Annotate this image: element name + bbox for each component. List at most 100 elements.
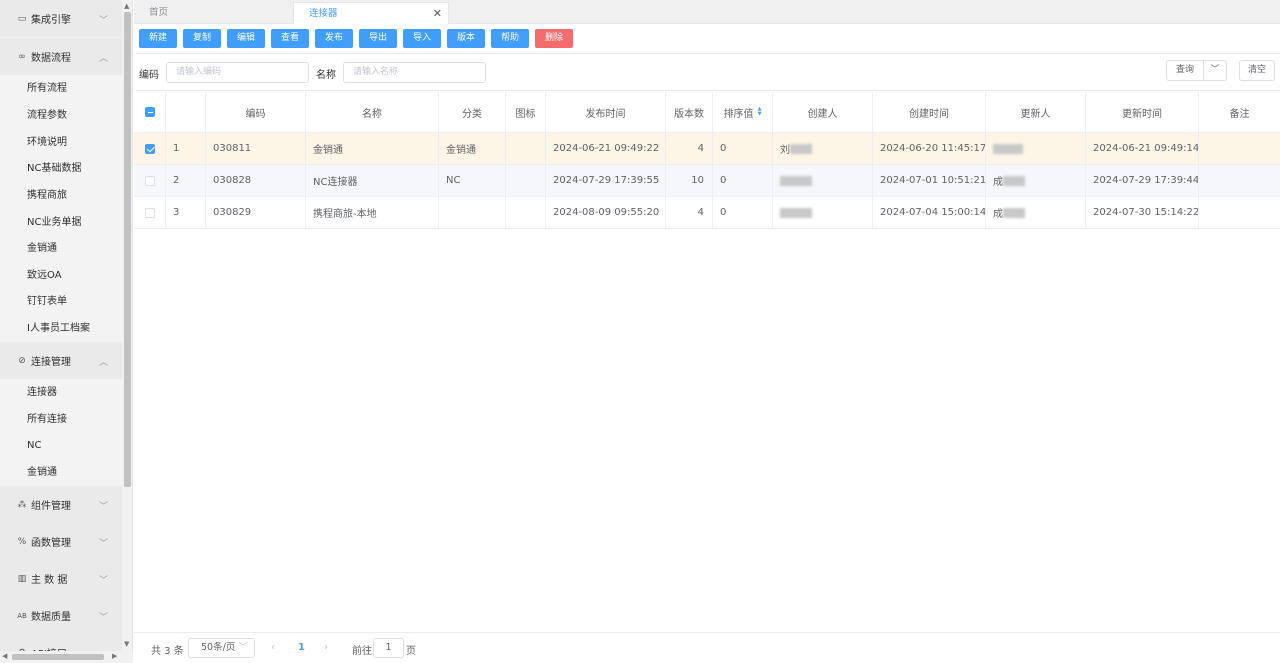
code-cell: 030811 [206, 133, 306, 164]
sidebar-item-dingtalk-form[interactable]: 钉钉表单 [0, 289, 122, 315]
ab-icon: AB [17, 611, 27, 620]
sidebar-item-env-notes[interactable]: 环境说明 [0, 130, 122, 156]
name-input[interactable]: 请输入名称 [343, 62, 486, 83]
row-checkbox[interactable] [144, 207, 155, 218]
creator-header[interactable]: 创建人 [773, 92, 873, 132]
page-size-select[interactable]: 50条/页 ﹀ [188, 638, 255, 658]
help-button[interactable]: 帮助 [491, 29, 529, 48]
sidebar-group-master-data[interactable]: ▥ 主 数 据 ﹀ [0, 560, 122, 597]
query-button[interactable]: 查询 [1166, 60, 1204, 81]
publish-button[interactable]: 发布 [315, 29, 353, 48]
publish-time-cell: 2024-07-29 17:39:55 [546, 165, 666, 196]
scroll-down-icon[interactable]: ▼ [124, 640, 129, 648]
sidebar-group-connection-mgmt[interactable]: ⊘ 连接管理 ︿ [0, 342, 122, 379]
redacted-text [1003, 207, 1025, 218]
page-size-value: 50条/页 [201, 642, 236, 653]
update-time-header[interactable]: 更新时间 [1086, 92, 1199, 132]
version-count-header[interactable]: 版本数 [666, 92, 713, 132]
chevron-down-icon: ﹀ [98, 576, 108, 586]
sidebar-item-nc-base-data[interactable]: NC基础数据 [0, 156, 122, 182]
table-row[interactable]: 2 030828 NC连接器 NC 2024-07-29 17:39:55 10… [134, 165, 1280, 197]
code-cell: 030828 [206, 165, 306, 196]
sidebar-item-hr-archive[interactable]: I人事员工档案 [0, 316, 122, 342]
icon-cell [506, 165, 546, 196]
chevron-down-icon: ﹀ [98, 539, 108, 549]
sidebar-item-nc[interactable]: NC [0, 433, 122, 459]
monitor-icon: ▭ [17, 13, 27, 24]
table-row[interactable]: 3 030829 携程商旅-本地 2024-08-09 09:55:20 4 0… [134, 197, 1280, 229]
sidebar-item-jinxiaotong-conn[interactable]: 金销通 [0, 460, 122, 486]
sidebar-item-ctrip[interactable]: 携程商旅 [0, 183, 122, 209]
sidebar-horizontal-scrollbar[interactable]: ◀ ▶ [0, 651, 133, 663]
row-select-cell [134, 133, 166, 164]
import-button[interactable]: 导入 [403, 29, 441, 48]
scrollbar-thumb[interactable] [12, 654, 104, 660]
page-number[interactable]: 1 [298, 642, 305, 653]
copy-button[interactable]: 复制 [183, 29, 221, 48]
sidebar-group-functions[interactable]: % 函数管理 ﹀ [0, 523, 122, 560]
sidebar-item-all-flows[interactable]: 所有流程 [0, 76, 122, 102]
goto-page-input[interactable]: 1 [373, 638, 404, 658]
sidebar-group-label: 连接管理 [31, 357, 71, 368]
icon-cell [506, 133, 546, 164]
close-icon[interactable]: ✕ [433, 3, 442, 25]
creator-cell [773, 165, 873, 196]
sidebar-item-jinxiaotong[interactable]: 金销通 [0, 236, 122, 262]
select-all-checkbox[interactable] [144, 107, 155, 117]
sidebar-group-integration-engine[interactable]: ▭ 集成引擎 ﹀ [0, 0, 122, 37]
query-dropdown-button[interactable]: ﹀ [1203, 60, 1227, 81]
creator-name: 刘 [780, 145, 790, 156]
category-cell [439, 197, 506, 228]
sidebar-item-all-connections[interactable]: 所有连接 [0, 407, 122, 433]
chevron-down-icon: ﹀ [98, 502, 108, 512]
icon-header[interactable]: 图标 [506, 92, 546, 132]
category-header[interactable]: 分类 [439, 92, 506, 132]
updater-cell: 成 [986, 165, 1086, 196]
scroll-right-icon[interactable]: ▶ [112, 652, 117, 660]
tab-bar: 首页 连接器 ✕ [134, 0, 1280, 24]
total-count: 共 3 条 [151, 646, 184, 657]
next-page-icon[interactable]: › [324, 642, 328, 653]
version-count-cell: 4 [666, 197, 713, 228]
prev-page-icon[interactable]: ‹ [271, 642, 275, 653]
sidebar-group-data-flow[interactable]: ∞ 数据流程 ︿ [0, 38, 122, 75]
sort-icon[interactable]: ▲ ▼ [758, 107, 762, 117]
export-button[interactable]: 导出 [359, 29, 397, 48]
sidebar-item-flow-params[interactable]: 流程参数 [0, 103, 122, 129]
pagination: 共 3 条 50条/页 ﹀ ‹ 1 › 前往 1 页 [134, 632, 1280, 663]
row-checkbox[interactable] [144, 143, 155, 154]
scroll-up-icon[interactable]: ▲ [124, 2, 129, 10]
tab-connector[interactable]: 连接器 ✕ [293, 2, 449, 24]
sidebar-group-components[interactable]: ⁂ 组件管理 ﹀ [0, 486, 122, 523]
scroll-left-icon[interactable]: ◀ [2, 652, 7, 660]
version-button[interactable]: 版本 [447, 29, 485, 48]
edit-button[interactable]: 编辑 [227, 29, 265, 48]
view-button[interactable]: 查看 [271, 29, 309, 48]
category-cell: NC [439, 165, 506, 196]
sidebar-group-label: 集成引擎 [31, 15, 71, 26]
updater-header[interactable]: 更新人 [986, 92, 1086, 132]
row-checkbox[interactable] [144, 175, 155, 186]
name-header[interactable]: 名称 [306, 92, 439, 132]
create-time-cell: 2024-06-20 11:45:17 [873, 133, 986, 164]
tab-home[interactable]: 首页 [134, 2, 292, 24]
create-time-header[interactable]: 创建时间 [873, 92, 986, 132]
code-input[interactable]: 请输入编码 [166, 62, 309, 83]
remark-cell [1199, 197, 1280, 228]
sidebar-group-data-quality[interactable]: AB 数据质量 ﹀ [0, 597, 122, 634]
table-row[interactable]: 1 030811 金销通 金销通 2024-06-21 09:49:22 4 0… [134, 133, 1280, 165]
clear-button[interactable]: 清空 [1239, 60, 1275, 81]
remark-header[interactable]: 备注 [1199, 92, 1280, 132]
sidebar-item-connector[interactable]: 连接器 [0, 380, 122, 406]
sort-header[interactable]: 排序值 ▲ ▼ [713, 92, 773, 132]
sidebar-item-nc-business-docs[interactable]: NC业务单据 [0, 210, 122, 236]
create-time-cell: 2024-07-04 15:00:14 [873, 197, 986, 228]
sidebar-item-seeyon-oa[interactable]: 致远OA [0, 263, 122, 289]
code-header[interactable]: 编码 [206, 92, 306, 132]
delete-button[interactable]: 删除 [535, 29, 573, 48]
publish-time-header[interactable]: 发布时间 [546, 92, 666, 132]
code-cell: 030829 [206, 197, 306, 228]
sidebar-scrollbar[interactable]: ▲ ▼ [122, 0, 133, 663]
new-button[interactable]: 新建 [139, 29, 177, 48]
scrollbar-thumb[interactable] [124, 12, 131, 487]
